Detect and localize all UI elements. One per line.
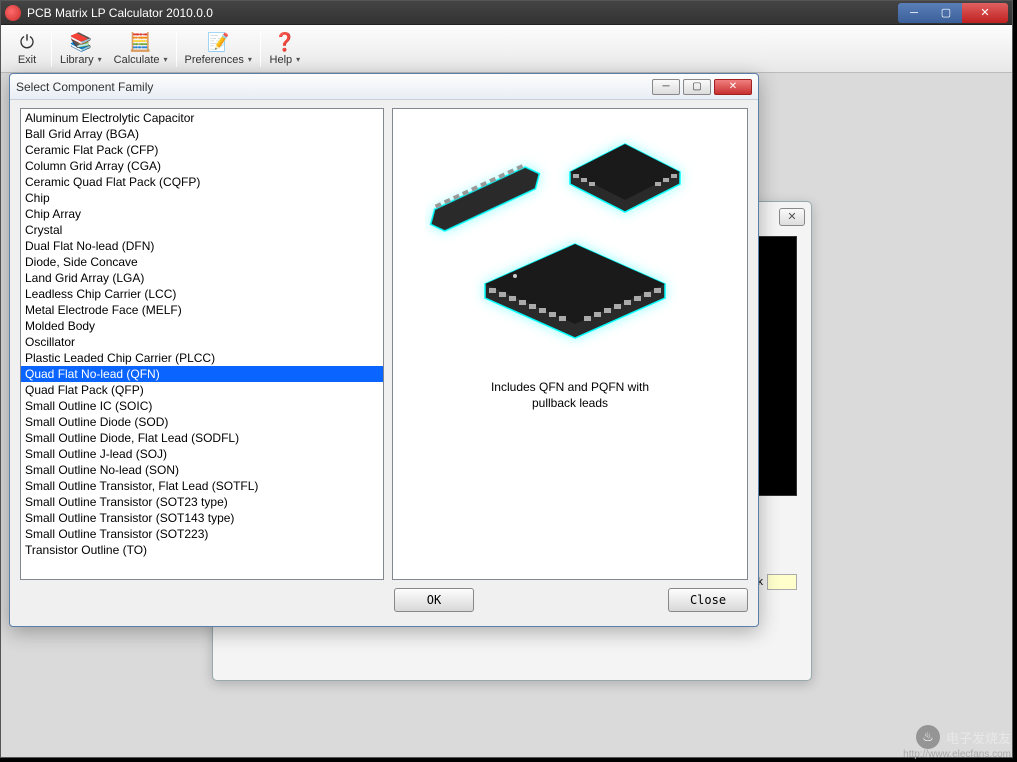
dialog-minimize-button[interactable]: ─: [652, 79, 680, 95]
app-title: PCB Matrix LP Calculator 2010.0.0: [27, 6, 213, 20]
list-item[interactable]: Crystal: [21, 222, 383, 238]
list-item[interactable]: Transistor Outline (TO): [21, 542, 383, 558]
preferences-icon: 📝: [207, 32, 229, 54]
list-item[interactable]: Quad Flat Pack (QFP): [21, 382, 383, 398]
chevron-down-icon: ▾: [296, 55, 300, 64]
help-button[interactable]: ❓ Help▾: [263, 30, 307, 68]
list-item[interactable]: Diode, Side Concave: [21, 254, 383, 270]
component-description: Includes QFN and PQFN with pullback lead…: [491, 379, 649, 411]
list-item[interactable]: Leadless Chip Carrier (LCC): [21, 286, 383, 302]
dialog-titlebar[interactable]: Select Component Family ─ ▢ ✕: [10, 74, 758, 100]
calculator-icon: 🧮: [130, 32, 152, 54]
toolbar-label: Exit: [18, 54, 36, 66]
panel-close-button[interactable]: ✕: [779, 208, 805, 226]
toolbar: ⏻ Exit 📚 Library ▾ 🧮 Calculate ▾ 📝 Prefere…: [1, 25, 1012, 73]
chevron-down-icon: ▾: [98, 55, 102, 64]
list-item[interactable]: Chip: [21, 190, 383, 206]
list-item[interactable]: Small Outline J-lead (SOJ): [21, 446, 383, 462]
list-item[interactable]: Chip Array: [21, 206, 383, 222]
dialog-title: Select Component Family: [16, 80, 153, 94]
app-icon: [5, 5, 21, 21]
list-item[interactable]: Small Outline Transistor, Flat Lead (SOT…: [21, 478, 383, 494]
component-preview-image: [425, 129, 715, 359]
list-item[interactable]: Plastic Leaded Chip Carrier (PLCC): [21, 350, 383, 366]
dialog-close-button[interactable]: ✕: [714, 79, 752, 95]
exit-button[interactable]: ⏻ Exit: [5, 30, 49, 68]
main-window: PCB Matrix LP Calculator 2010.0.0 ─ ▢ ✕ …: [0, 0, 1013, 758]
toolbar-label: Library: [60, 54, 94, 66]
list-item[interactable]: Aluminum Electrolytic Capacitor: [21, 110, 383, 126]
list-item[interactable]: Small Outline Transistor (SOT23 type): [21, 494, 383, 510]
power-icon: ⏻: [16, 32, 38, 54]
calculate-button[interactable]: 🧮 Calculate ▾: [108, 30, 174, 68]
list-item[interactable]: Small Outline Diode (SOD): [21, 414, 383, 430]
list-item[interactable]: Small Outline Transistor (SOT223): [21, 526, 383, 542]
toolbar-label: Preferences: [185, 54, 244, 66]
list-item[interactable]: Small Outline Diode, Flat Lead (SODFL): [21, 430, 383, 446]
chevron-down-icon: ▾: [248, 55, 252, 64]
list-item[interactable]: Land Grid Array (LGA): [21, 270, 383, 286]
preferences-button[interactable]: 📝 Preferences ▾: [179, 30, 258, 68]
list-item[interactable]: Ball Grid Array (BGA): [21, 126, 383, 142]
chevron-down-icon: ▾: [164, 55, 168, 64]
list-item[interactable]: Small Outline IC (SOIC): [21, 398, 383, 414]
list-item[interactable]: Column Grid Array (CGA): [21, 158, 383, 174]
library-button[interactable]: 📚 Library ▾: [54, 30, 108, 68]
preview-pane: Includes QFN and PQFN with pullback lead…: [392, 108, 748, 580]
list-item[interactable]: Ceramic Quad Flat Pack (CQFP): [21, 174, 383, 190]
component-family-listbox[interactable]: Aluminum Electrolytic CapacitorBall Grid…: [20, 108, 384, 580]
list-item[interactable]: Molded Body: [21, 318, 383, 334]
close-button[interactable]: ✕: [962, 3, 1008, 23]
flame-icon: ♨: [916, 725, 940, 749]
select-component-family-dialog: Select Component Family ─ ▢ ✕ Aluminum E…: [9, 73, 759, 627]
ok-button[interactable]: OK: [394, 588, 474, 612]
watermark: ♨电子发烧友 http://www.elecfans.com: [903, 725, 1011, 760]
list-item[interactable]: Quad Flat No-lead (QFN): [21, 366, 383, 382]
toolbar-label: Calculate: [114, 54, 160, 66]
separator: [51, 31, 52, 67]
maximize-button[interactable]: ▢: [930, 3, 962, 23]
dialog-maximize-button[interactable]: ▢: [683, 79, 711, 95]
help-icon: ❓: [274, 32, 296, 54]
list-item[interactable]: Ceramic Flat Pack (CFP): [21, 142, 383, 158]
separator: [260, 31, 261, 67]
minimize-button[interactable]: ─: [898, 3, 930, 23]
books-icon: 📚: [70, 32, 92, 54]
list-item[interactable]: Oscillator: [21, 334, 383, 350]
toolbar-label: Help: [270, 54, 293, 66]
close-button[interactable]: Close: [668, 588, 748, 612]
list-item[interactable]: Metal Electrode Face (MELF): [21, 302, 383, 318]
list-item[interactable]: Dual Flat No-lead (DFN): [21, 238, 383, 254]
mask-swatch[interactable]: [767, 574, 797, 590]
list-item[interactable]: Small Outline No-lead (SON): [21, 462, 383, 478]
list-item[interactable]: Small Outline Transistor (SOT143 type): [21, 510, 383, 526]
main-titlebar[interactable]: PCB Matrix LP Calculator 2010.0.0 ─ ▢ ✕: [1, 1, 1012, 25]
separator: [176, 31, 177, 67]
